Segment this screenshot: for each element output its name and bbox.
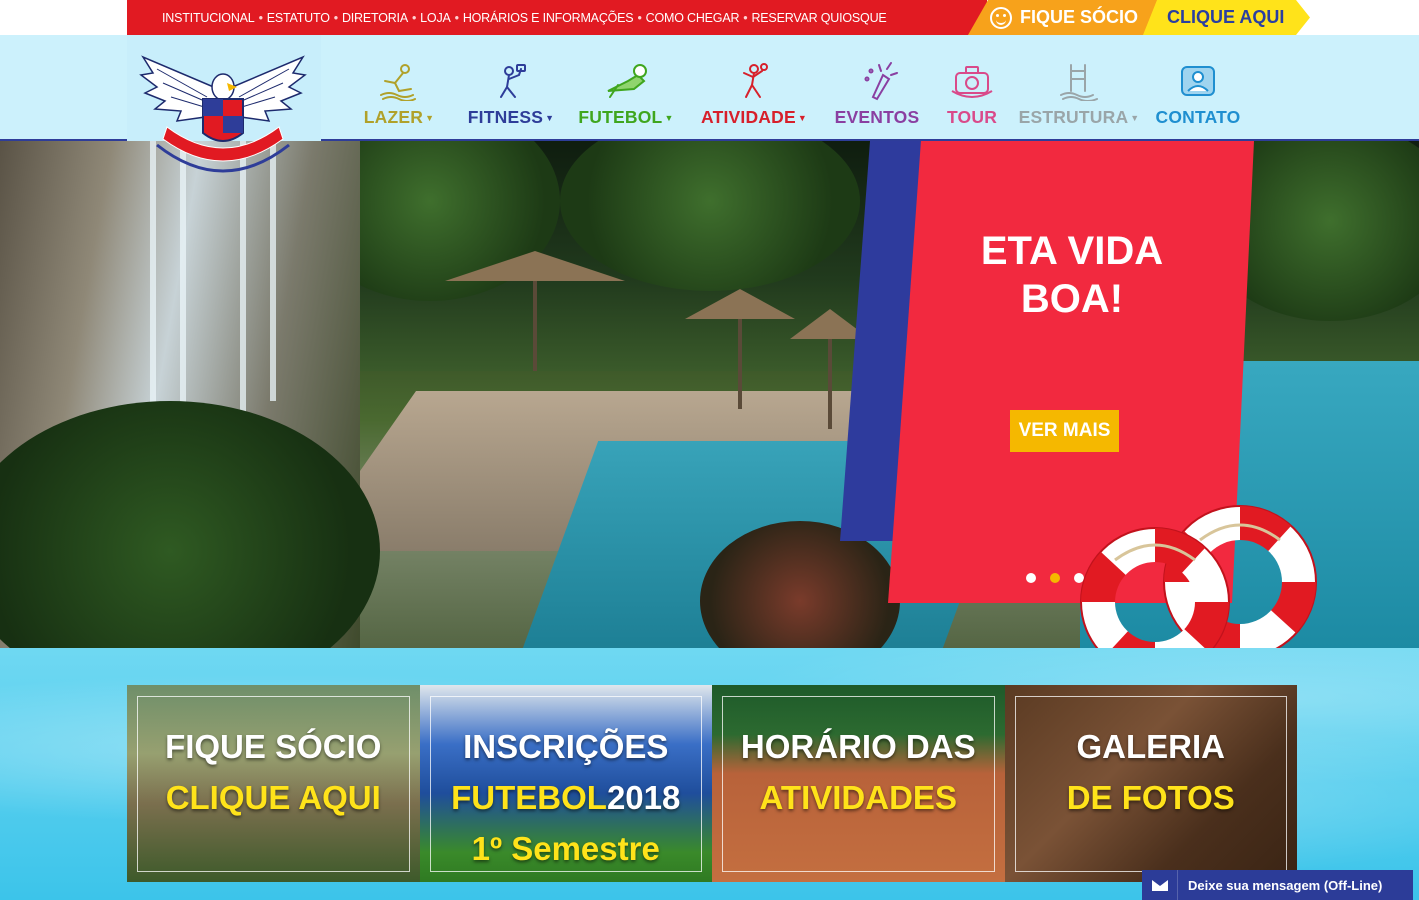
top-link-como-chegar[interactable]: COMO CHEGAR: [646, 11, 740, 25]
card-subtitle: DE FOTOS: [1066, 779, 1235, 816]
nav-label-fitness: FITNESS: [467, 107, 544, 127]
chevron-down-icon: ▼: [797, 112, 807, 123]
contact-icon: [1181, 66, 1215, 96]
card-year: 2018: [606, 779, 681, 816]
card-fique-socio[interactable]: FIQUE SÓCIO CLIQUE AQUI: [127, 685, 420, 882]
card-text: FIQUE SÓCIO CLIQUE AQUI: [127, 721, 420, 823]
club-logo[interactable]: [127, 35, 321, 185]
activity-icon: [743, 63, 768, 98]
nav-label-atividade: ATIVIDADE: [701, 107, 796, 127]
top-link-horarios[interactable]: HORÁRIOS E INFORMAÇÕES: [463, 11, 634, 25]
top-links: INSTITUCIONAL • ESTATUTO • DIRETORIA • L…: [162, 0, 887, 35]
nav-item-eventos[interactable]: EVENTOS: [820, 35, 934, 141]
top-link-reservar-quiosque[interactable]: RESERVAR QUIOSQUE: [751, 11, 886, 25]
slider-dot-1[interactable]: [1026, 573, 1036, 583]
separator: •: [454, 10, 459, 25]
card-galeria-fotos[interactable]: GALERIA DE FOTOS: [1004, 685, 1298, 882]
nav-item-fitness[interactable]: FITNESS ▼: [458, 35, 564, 141]
card-text: HORÁRIO DAS ATIVIDADES: [712, 721, 1005, 823]
card-subtitle: FUTEBOL: [451, 779, 607, 816]
ver-mais-button[interactable]: VER MAIS: [1010, 410, 1119, 452]
nav-label-futebol: FUTEBOL: [578, 107, 663, 127]
fitness-icon: [500, 64, 526, 98]
fique-socio-label: FIQUE SÓCIO: [1020, 7, 1139, 27]
nav-label-estrutura: ESTRUTURA: [1018, 107, 1129, 127]
nav-item-tour[interactable]: TOUR: [934, 35, 1010, 141]
card-subtitle: CLIQUE AQUI: [165, 779, 381, 816]
separator: •: [743, 10, 748, 25]
chat-widget[interactable]: Deixe sua mensagem (Off-Line): [1142, 870, 1413, 900]
top-link-diretoria[interactable]: DIRETORIA: [342, 11, 408, 25]
separator: •: [333, 10, 338, 25]
hero-title-line2: BOA!: [1020, 277, 1124, 321]
umbrella: [685, 289, 795, 409]
clique-aqui-button[interactable]: CLIQUE AQUI: [1143, 0, 1310, 35]
feature-cards: FIQUE SÓCIO CLIQUE AQUI INSCRIÇÕES FUTEB…: [127, 685, 1297, 882]
nav-item-atividade[interactable]: ATIVIDADE ▼: [688, 35, 820, 141]
clique-aqui-label: CLIQUE AQUI: [1167, 7, 1285, 27]
structure-icon: [1060, 64, 1098, 101]
nav-item-estrutura[interactable]: ESTRUTURA ▼: [1010, 35, 1148, 141]
nav-label-lazer: LAZER: [363, 107, 424, 127]
separator: •: [411, 10, 417, 25]
top-link-loja[interactable]: LOJA: [420, 11, 451, 25]
nav-label-tour: TOUR: [946, 107, 998, 127]
eagle-crest-icon: [139, 55, 307, 173]
nav-item-contato[interactable]: CONTATO: [1148, 35, 1248, 141]
top-bar: INSTITUCIONAL • ESTATUTO • DIRETORIA • L…: [0, 0, 1419, 35]
card-horario-atividades[interactable]: HORÁRIO DAS ATIVIDADES: [712, 685, 1005, 882]
hero-title-line1: ETA VIDA: [980, 229, 1164, 273]
leisure-icon: [380, 64, 416, 101]
hero-title: ETA VIDA BOA!: [940, 227, 1204, 323]
fique-socio-button[interactable]: FIQUE SÓCIO: [968, 0, 1158, 35]
envelope-icon: [1142, 870, 1178, 900]
smiley-icon: [990, 7, 1012, 29]
slider-dot-2[interactable]: [1050, 573, 1060, 583]
football-icon: [607, 64, 647, 98]
card-subtitle: ATIVIDADES: [759, 779, 957, 816]
chat-label: Deixe sua mensagem (Off-Line): [1188, 877, 1383, 893]
card-text: GALERIA DE FOTOS: [1005, 721, 1298, 823]
main-nav: LAZER ▼ FITNESS ▼ FUTEBOL ▼ ATIVIDADE ▼ …: [340, 35, 1248, 141]
events-icon: [864, 62, 898, 101]
chevron-down-icon: ▼: [425, 112, 435, 123]
nav-item-lazer[interactable]: LAZER ▼: [340, 35, 458, 141]
card-title: HORÁRIO DAS: [740, 728, 976, 765]
umbrella: [445, 251, 625, 371]
top-link-institucional[interactable]: INSTITUCIONAL: [162, 11, 255, 25]
top-link-estatuto[interactable]: ESTATUTO: [267, 11, 330, 25]
tour-icon: [951, 66, 993, 98]
card-title: FIQUE SÓCIO: [165, 728, 382, 765]
chevron-down-icon: ▼: [1130, 112, 1140, 123]
card-text: INSCRIÇÕES FUTEBOL2018 1º Semestre: [420, 721, 713, 874]
card-title: GALERIA: [1076, 728, 1226, 765]
card-semester: 1º Semestre: [471, 830, 660, 867]
card-inscricoes-futebol[interactable]: INSCRIÇÕES FUTEBOL2018 1º Semestre: [419, 685, 713, 882]
chevron-down-icon: ▼: [545, 112, 555, 123]
nav-label-contato: CONTATO: [1155, 107, 1241, 127]
separator: •: [637, 10, 642, 25]
separator: •: [258, 10, 263, 25]
nav-item-futebol[interactable]: FUTEBOL ▼: [564, 35, 688, 141]
chevron-down-icon: ▼: [664, 112, 674, 123]
card-title: INSCRIÇÕES: [463, 728, 669, 765]
nav-label-eventos: EVENTOS: [834, 107, 920, 127]
